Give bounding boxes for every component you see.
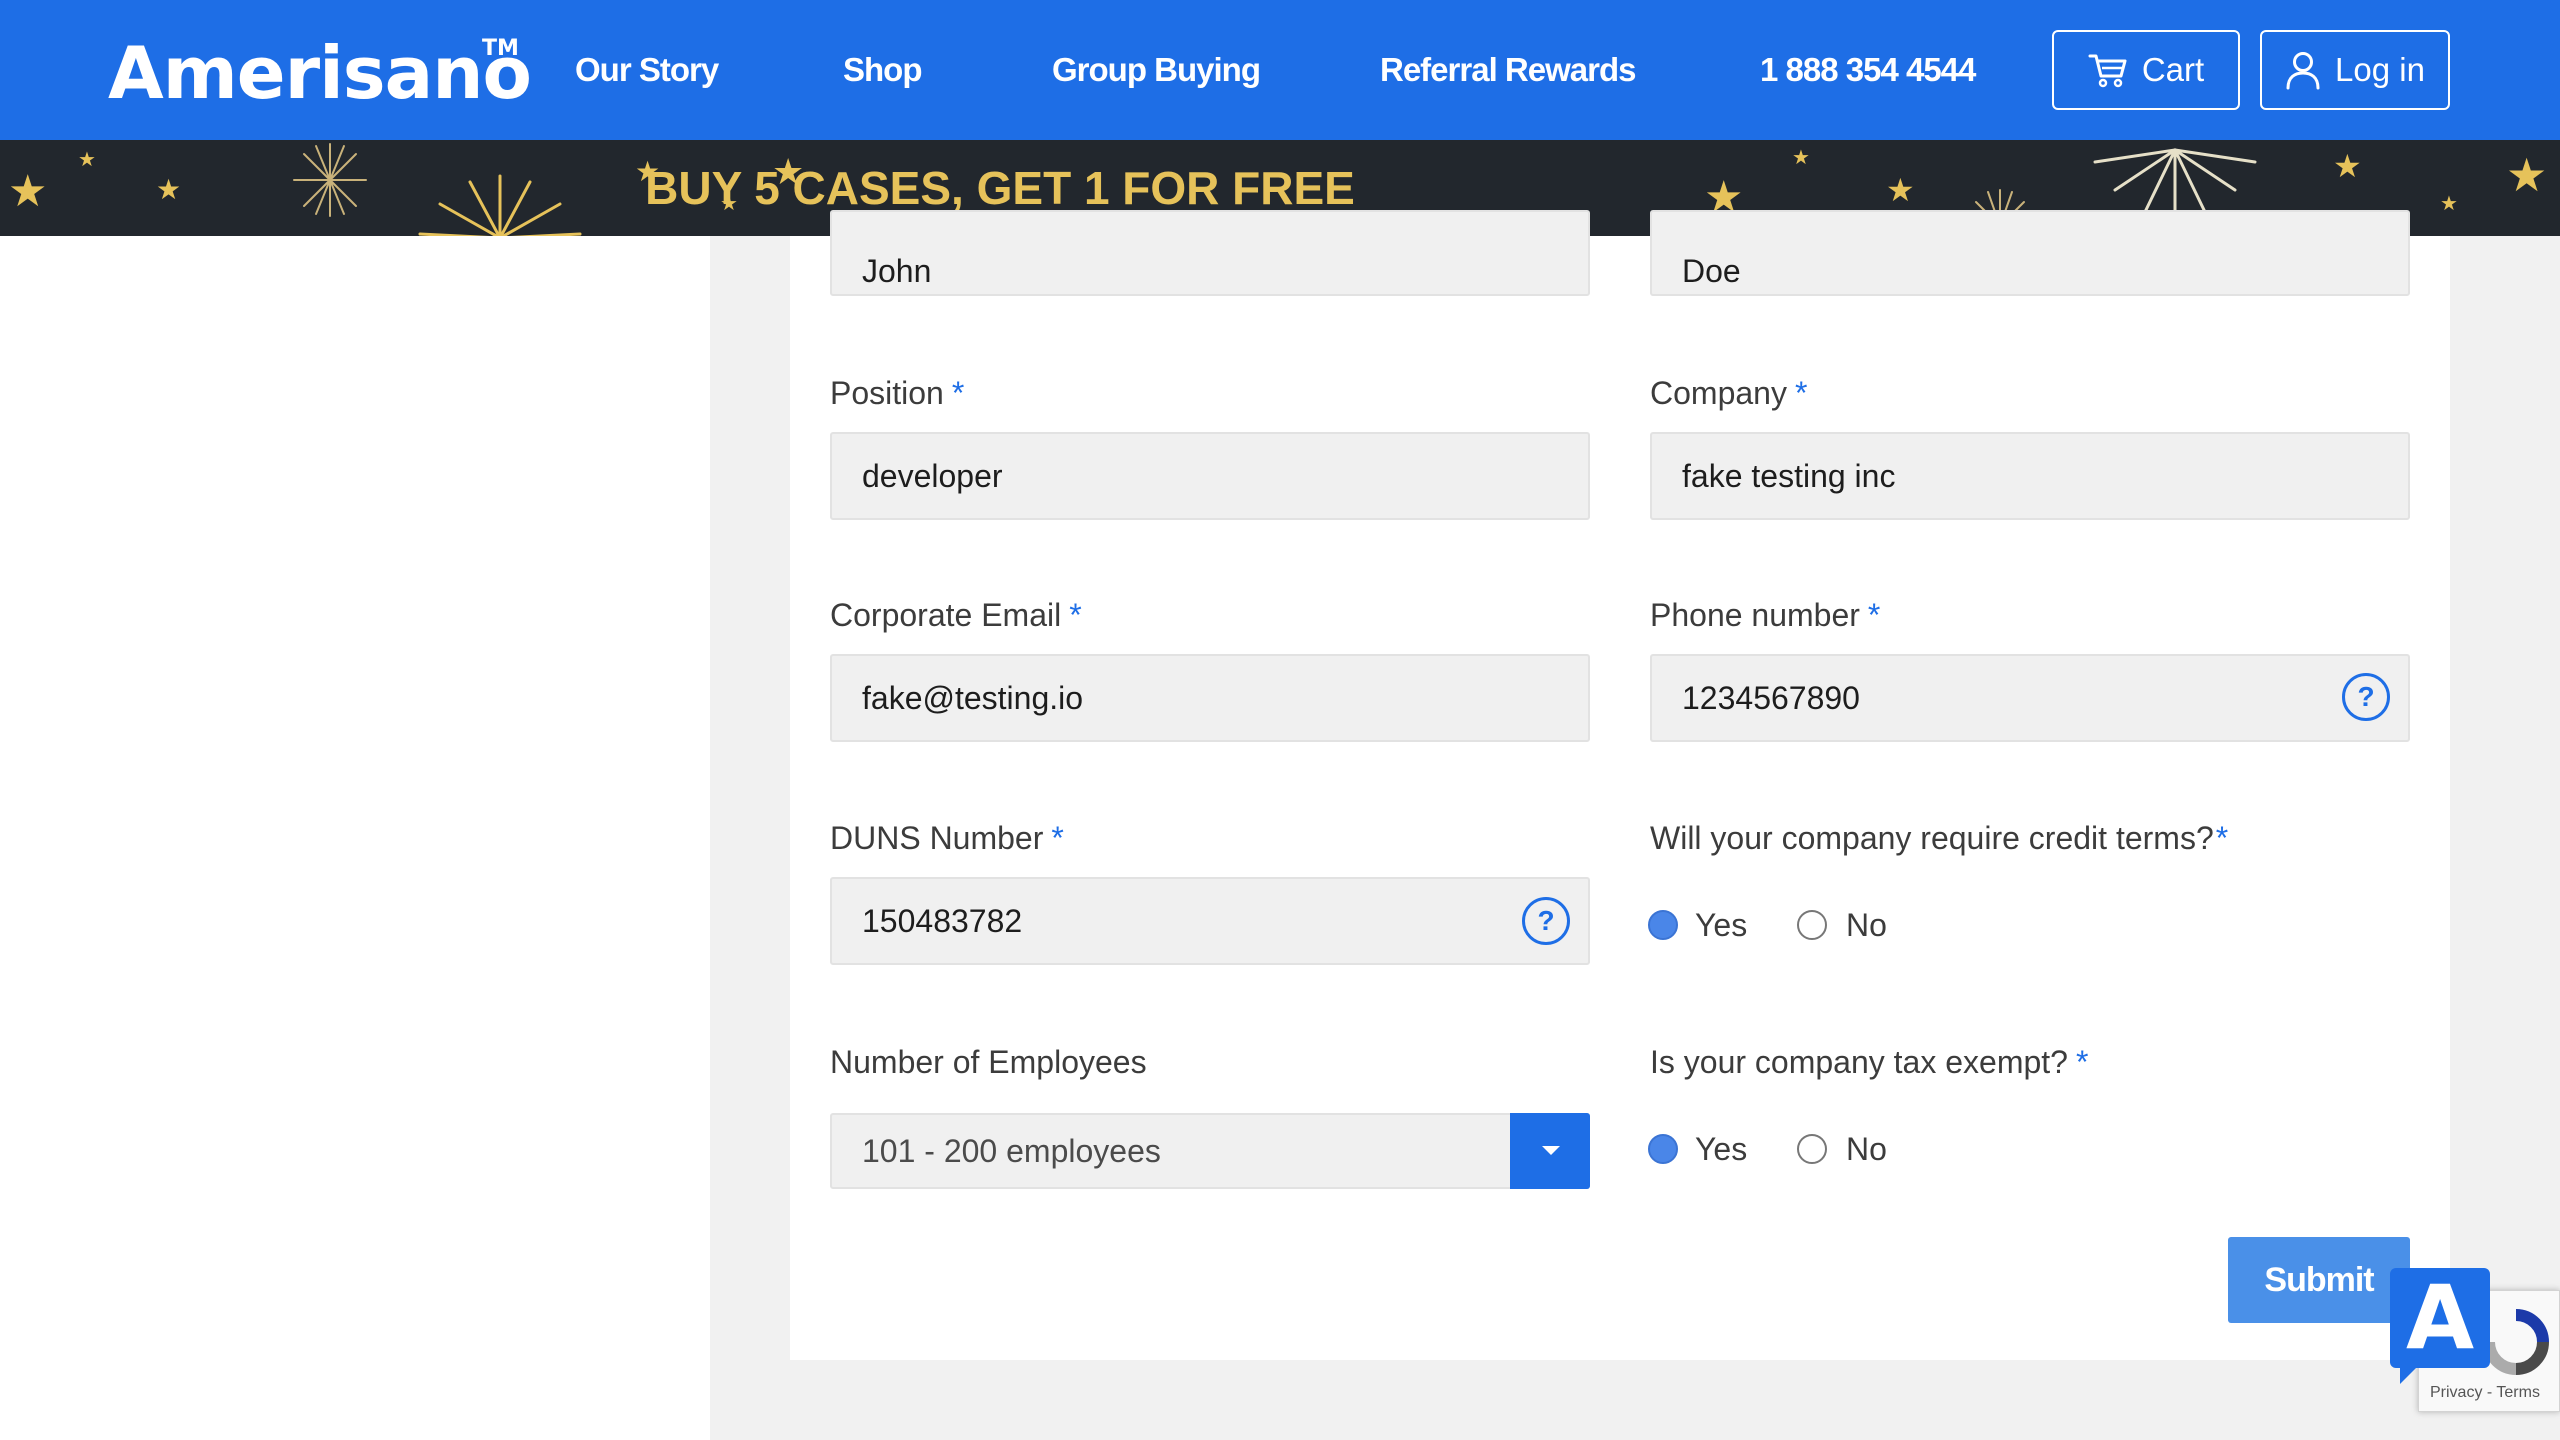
nav-group-buying[interactable]: Group Buying xyxy=(1052,46,1261,94)
credit-terms-label: Will your company require credit terms?* xyxy=(1650,820,2229,856)
form-card xyxy=(790,236,2450,1360)
nav-phone-number[interactable]: 1 888 354 4544 xyxy=(1760,46,1976,94)
chevron-down-icon[interactable] xyxy=(1510,1113,1590,1189)
credit-terms-no-label[interactable]: No xyxy=(1846,905,1887,945)
tax-exempt-no-label[interactable]: No xyxy=(1846,1129,1887,1169)
banner-overlay xyxy=(0,140,2560,236)
duns-input[interactable]: 150483782 xyxy=(830,877,1590,965)
tax-exempt-yes-label[interactable]: Yes xyxy=(1695,1129,1747,1169)
credit-terms-yes-radio[interactable] xyxy=(1648,910,1678,940)
recaptcha-terms-link[interactable]: Privacy - Terms xyxy=(2430,1384,2540,1402)
tax-exempt-no-radio[interactable] xyxy=(1797,1134,1827,1164)
credit-terms-yes-label[interactable]: Yes xyxy=(1695,905,1747,945)
user-icon xyxy=(2285,50,2321,90)
nav-referral-rewards[interactable]: Referral Rewards xyxy=(1380,46,1636,94)
phone-input[interactable]: 1234567890 xyxy=(1650,654,2410,742)
company-input[interactable]: fake testing inc xyxy=(1650,432,2410,520)
nav-shop[interactable]: Shop xyxy=(843,46,922,94)
cart-icon xyxy=(2088,52,2128,88)
trademark-mark: TM xyxy=(482,36,519,61)
login-label: Log in xyxy=(2335,51,2425,88)
cart-label: Cart xyxy=(2141,51,2205,88)
email-label: Corporate Email * xyxy=(830,597,1082,633)
submit-button[interactable]: Submit xyxy=(2228,1237,2410,1323)
left-whitespace xyxy=(0,236,710,1440)
tax-exempt-yes-radio[interactable] xyxy=(1648,1134,1678,1164)
cart-button[interactable]: Cart xyxy=(2052,30,2240,110)
tax-exempt-label: Is your company tax exempt? * xyxy=(1650,1044,2089,1080)
logo[interactable]: Amerisano xyxy=(108,28,532,118)
company-label: Company * xyxy=(1650,375,1808,411)
employees-label: Number of Employees xyxy=(830,1044,1147,1080)
credit-terms-no-radio[interactable] xyxy=(1797,910,1827,940)
site-header: Amerisano TM Our Story Shop Group Buying… xyxy=(0,0,2560,140)
nav-our-story[interactable]: Our Story xyxy=(575,46,719,94)
position-input[interactable]: developer xyxy=(830,432,1590,520)
recaptcha-icon xyxy=(2483,1309,2549,1375)
phone-label: Phone number * xyxy=(1650,597,1881,633)
accessibility-widget-icon[interactable]: A xyxy=(2390,1268,2490,1384)
position-label: Position * xyxy=(830,375,965,411)
email-input[interactable]: fake@testing.io xyxy=(830,654,1590,742)
phone-help-icon[interactable]: ? xyxy=(2342,673,2390,721)
employees-select[interactable]: 101 - 200 employees xyxy=(830,1113,1590,1189)
duns-help-icon[interactable]: ? xyxy=(1522,897,1570,945)
duns-label: DUNS Number * xyxy=(830,820,1064,856)
login-button[interactable]: Log in xyxy=(2260,30,2450,110)
